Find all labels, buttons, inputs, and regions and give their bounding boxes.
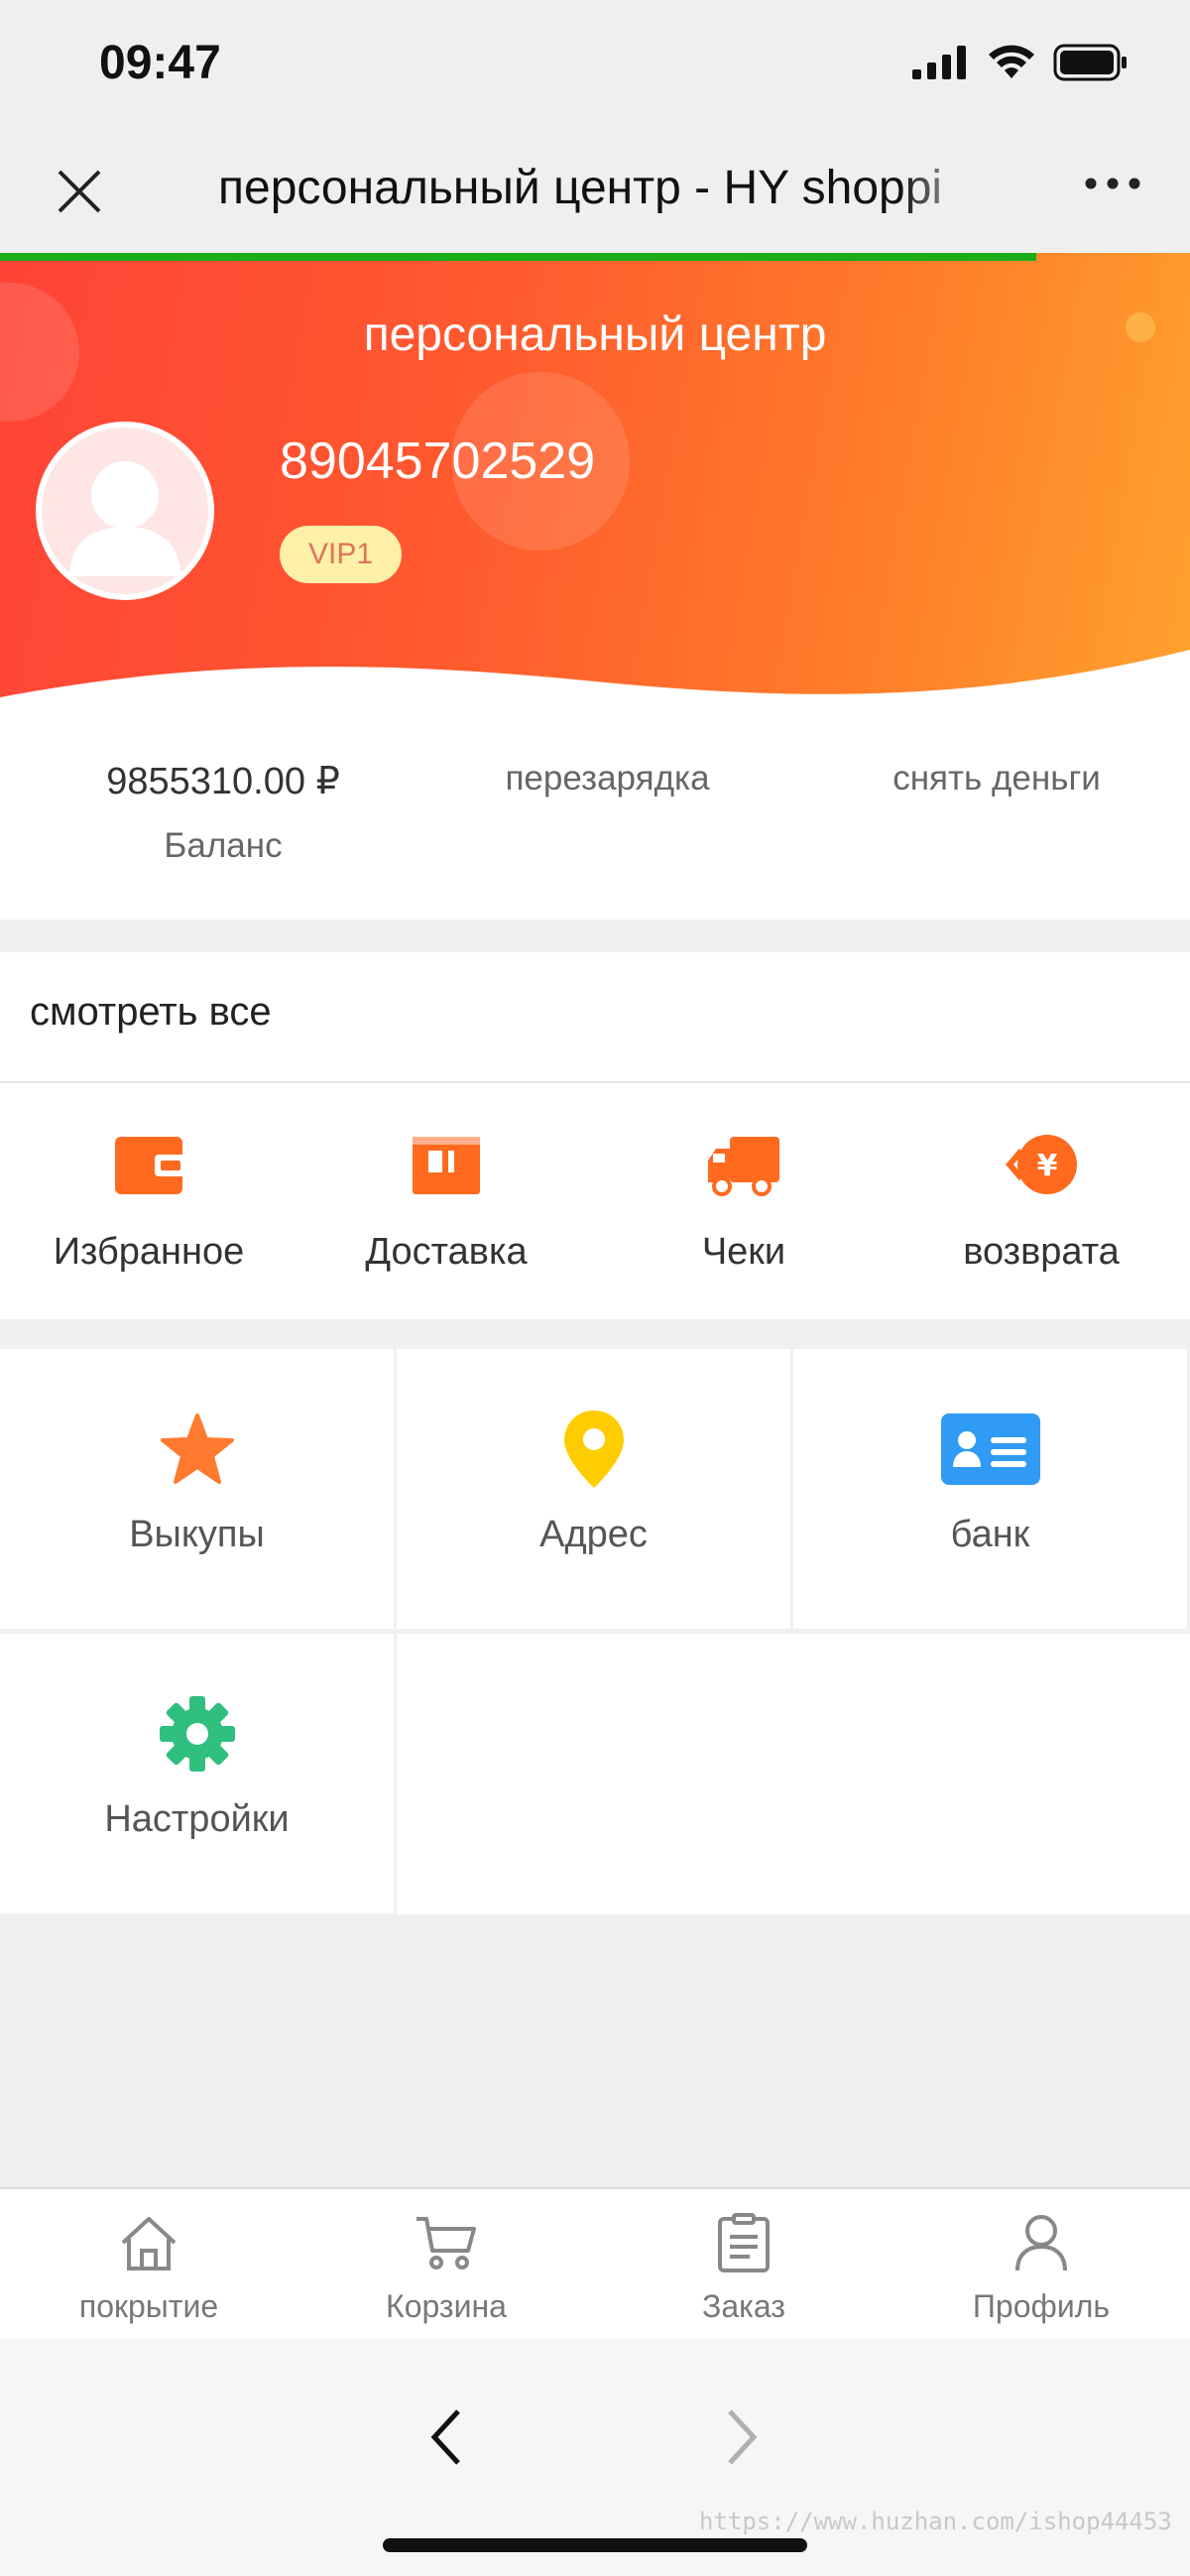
balance-card: 9855310.00 ₽ Баланс перезарядка снять де…: [0, 709, 1190, 920]
wifi-icon: [989, 45, 1034, 78]
order-item-label: Доставка: [365, 1231, 528, 1273]
id-card-icon: [940, 1413, 1040, 1485]
cart-icon: [416, 2217, 476, 2269]
header-wave: [0, 650, 1190, 709]
page-title: персональный центр - HY shoppi: [218, 162, 943, 214]
location-pin-icon: [563, 1411, 624, 1488]
tab-profile[interactable]: Профиль: [892, 2213, 1190, 2325]
home-indicator: [383, 2538, 807, 2552]
more-options-icon[interactable]: [1085, 177, 1140, 190]
browser-nav-bar: персональный центр - HY shoppi: [0, 129, 1190, 253]
page-load-progress: [0, 253, 1036, 261]
tab-label: Заказ: [702, 2288, 785, 2324]
order-item-receipts[interactable]: Чеки: [595, 1131, 892, 1274]
wallet-icon: [115, 1137, 186, 1194]
order-item-label: возврата: [963, 1231, 1120, 1273]
services-grid: Выкупы Адрес банк Настройки: [0, 1349, 1190, 1914]
box-icon: [413, 1137, 480, 1194]
back-arrow-icon[interactable]: [428, 2407, 464, 2467]
profile-header: персональный центр 89045702529 VIP1: [0, 253, 1190, 709]
balance-label: Баланс: [164, 826, 283, 865]
view-all-link[interactable]: смотреть все: [30, 990, 272, 1035]
tab-label: Профиль: [972, 2288, 1111, 2324]
balance-value: 9855310.00 ₽: [106, 761, 340, 802]
service-bank[interactable]: банк: [793, 1349, 1187, 1629]
tab-home[interactable]: покрытие: [0, 2213, 298, 2325]
service-label: банк: [950, 1514, 1030, 1555]
forward-arrow-icon[interactable]: [724, 2407, 760, 2467]
order-item-delivery[interactable]: Доставка: [298, 1131, 595, 1274]
close-icon[interactable]: [55, 167, 104, 216]
recharge-link[interactable]: перезарядка: [397, 759, 818, 798]
status-icons: [912, 44, 1129, 81]
service-label: Выкупы: [129, 1514, 265, 1555]
default-avatar-icon: [69, 461, 180, 576]
gear-icon: [159, 1696, 235, 1772]
service-address[interactable]: Адрес: [397, 1349, 790, 1629]
withdraw-link[interactable]: снять деньги: [793, 759, 1190, 798]
clipboard-icon: [718, 2213, 770, 2272]
battery-icon: [1053, 44, 1127, 81]
service-label: Настройки: [104, 1798, 290, 1840]
header-title: персональный центр: [363, 308, 827, 361]
empty-grid-area: [397, 1634, 1190, 1914]
service-settings[interactable]: Настройки: [0, 1634, 394, 1913]
home-icon: [121, 2217, 177, 2270]
tab-orders[interactable]: Заказ: [595, 2213, 892, 2325]
vip-badge: VIP1: [280, 526, 402, 583]
watermark: https://www.huzhan.com/ishop44453: [699, 2508, 1172, 2535]
tab-label: Корзина: [386, 2288, 507, 2324]
bottom-tab-bar: покрытие Корзина Заказ Профиль: [0, 2187, 1190, 2338]
service-buyback[interactable]: Выкупы: [0, 1349, 394, 1629]
avatar[interactable]: [36, 422, 214, 600]
star-icon: [160, 1413, 234, 1484]
order-item-label: Избранное: [53, 1231, 245, 1273]
order-item-favorites[interactable]: Избранное: [0, 1131, 298, 1274]
svg-text:¥: ¥: [1037, 1149, 1058, 1183]
user-phone: 89045702529: [280, 432, 596, 490]
tab-cart[interactable]: Корзина: [298, 2213, 595, 2325]
truck-icon: [708, 1137, 779, 1196]
divider: [0, 1081, 1190, 1083]
status-bar: 09:47: [0, 0, 1190, 129]
cellular-signal-icon: [912, 46, 966, 79]
order-item-label: Чеки: [701, 1231, 786, 1273]
person-icon: [1015, 2215, 1067, 2271]
tab-label: покрытие: [78, 2288, 219, 2324]
status-time: 09:47: [99, 37, 221, 89]
service-label: Адрес: [539, 1514, 648, 1555]
yuan-refund-icon: ¥: [1006, 1135, 1077, 1194]
orders-card: смотреть все Избранное Доставка Чеки ¥ в…: [0, 952, 1190, 1319]
order-item-returns[interactable]: ¥ возврата: [892, 1131, 1190, 1274]
